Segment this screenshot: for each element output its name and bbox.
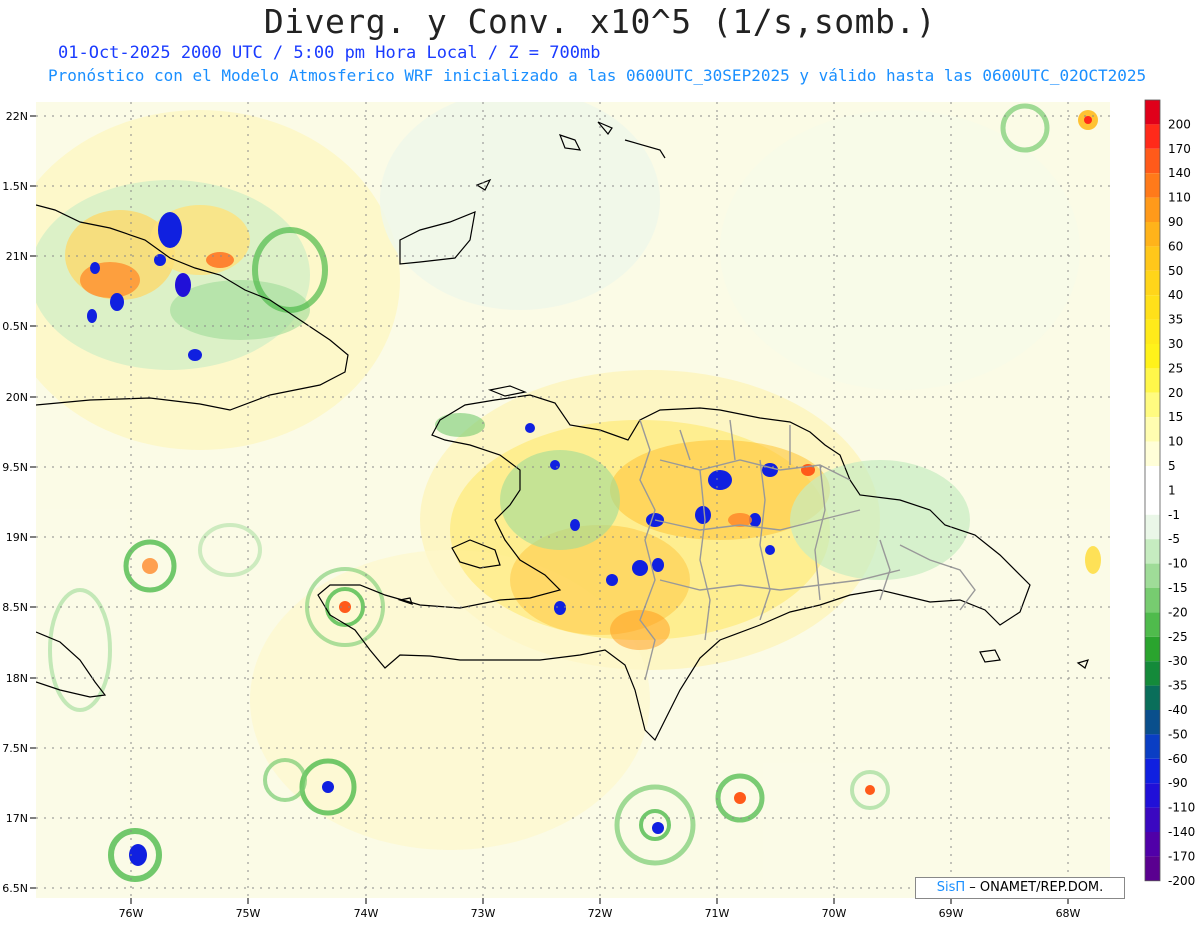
colorbar-swatch: [1145, 319, 1160, 344]
colorbar-swatch: [1145, 734, 1160, 759]
colorbar-level-label: 140: [1168, 166, 1191, 180]
colorbar-level-label: -110: [1168, 801, 1195, 815]
colorbar-swatch: [1145, 246, 1160, 271]
colorbar-swatch: [1145, 441, 1160, 466]
lon-label: 69W: [939, 907, 964, 920]
colorbar-level-label: 30: [1168, 337, 1183, 351]
lon-label: 72W: [588, 907, 613, 920]
colorbar-swatch: [1145, 612, 1160, 637]
colorbar-level-label: -15: [1168, 581, 1188, 595]
colorbar-level-label: -40: [1168, 703, 1188, 717]
colorbar-level-label: -90: [1168, 776, 1188, 790]
lat-label: 19N: [6, 531, 28, 544]
colorbar-swatch: [1145, 197, 1160, 222]
model-info-line: Pronóstico con el Modelo Atmosferico WRF…: [48, 66, 1147, 85]
colorbar-swatch: [1145, 661, 1160, 686]
colorbar-level-label: -25: [1168, 630, 1188, 644]
colorbar-level-label: 35: [1168, 313, 1183, 327]
colorbar-swatch: [1145, 392, 1160, 418]
latitude-labels: 22N 1.5N 21N 0.5N 20N 9.5N 19N 8.5N 18N …: [2, 110, 28, 895]
lat-label: 22N: [6, 110, 28, 123]
colorbar-level-label: -10: [1168, 557, 1188, 571]
colorbar-swatch: [1145, 466, 1160, 491]
colorbar-level-label: 200: [1168, 117, 1191, 131]
lat-label: 6.5N: [2, 882, 28, 895]
longitude-labels: 76W 75W 74W 73W 72W 71W 70W 69W 68W: [119, 907, 1081, 920]
colorbar-level-label: -140: [1168, 825, 1195, 839]
colorbar-swatch: [1145, 539, 1160, 564]
lat-label: 8.5N: [2, 601, 28, 614]
colorbar-swatch: [1145, 490, 1160, 515]
colorbar-swatch: [1145, 368, 1160, 393]
colorbar-swatch: [1145, 514, 1160, 540]
colorbar-swatch: [1145, 563, 1160, 588]
lat-label: 7.5N: [2, 742, 28, 755]
lat-label: 21N: [6, 250, 28, 263]
lon-label: 71W: [705, 907, 730, 920]
colorbar-swatch: [1145, 636, 1160, 662]
colorbar-level-label: 10: [1168, 435, 1183, 449]
colorbar-level-label: 15: [1168, 410, 1183, 424]
colorbar-level-label: -1: [1168, 508, 1180, 522]
colorbar-level-label: 90: [1168, 215, 1183, 229]
colorbar-swatch: [1145, 148, 1160, 174]
colorbar-level-label: 170: [1168, 142, 1191, 156]
lat-label: 0.5N: [2, 320, 28, 333]
lat-ticks: [30, 115, 36, 889]
colorbar-swatch: [1145, 832, 1160, 857]
colorbar-level-label: 60: [1168, 239, 1183, 253]
lat-label: 20N: [6, 391, 28, 404]
colorbar-swatch: [1145, 588, 1160, 613]
lat-label: 17N: [6, 812, 28, 825]
colorbar-swatch: [1145, 173, 1160, 198]
colorbar-level-label: -50: [1168, 727, 1188, 741]
colorbar-level-label: 50: [1168, 264, 1183, 278]
colorbar-level-label: -5: [1168, 532, 1180, 546]
colorbar-swatch: [1145, 124, 1160, 149]
colorbar-level-label: 1: [1168, 483, 1176, 497]
colorbar-swatch: [1145, 783, 1160, 808]
sispi-logo: SisΠ: [936, 880, 966, 895]
lon-label: 70W: [822, 907, 847, 920]
colorbar-swatch: [1145, 100, 1160, 125]
credit-box: SisΠ – ONAMET/REP.DOM.: [915, 877, 1125, 899]
colorbar-level-label: 20: [1168, 386, 1183, 400]
colorbar-level-label: -30: [1168, 654, 1188, 668]
colorbar-level-label: -170: [1168, 849, 1195, 863]
colorbar-level-label: 5: [1168, 459, 1176, 473]
colorbar-level-label: -60: [1168, 752, 1188, 766]
colorbar-level-label: -35: [1168, 679, 1188, 693]
lon-label: 68W: [1056, 907, 1081, 920]
colorbar-swatch: [1145, 417, 1160, 442]
colorbar-level-label: -200: [1168, 874, 1195, 888]
valid-time-line: 01-Oct-2025 2000 UTC / 5:00 pm Hora Loca…: [58, 43, 601, 63]
lon-label: 74W: [354, 907, 379, 920]
lon-label: 76W: [119, 907, 144, 920]
colorbar-swatch: [1145, 710, 1160, 735]
colorbar-swatch: [1145, 807, 1160, 832]
colorbar-swatch: [1145, 685, 1160, 710]
colorbar-swatch: [1145, 758, 1160, 784]
forecast-map: 22N 1.5N 21N 0.5N 20N 9.5N 19N 8.5N 18N …: [2, 99, 1195, 920]
colorbar-level-label: 25: [1168, 361, 1183, 375]
lon-label: 75W: [236, 907, 261, 920]
credit-text: – ONAMET/REP.DOM.: [969, 880, 1104, 895]
colorbar-swatch: [1145, 270, 1160, 296]
lat-label: 9.5N: [2, 461, 28, 474]
colorbar-level-label: 40: [1168, 288, 1183, 302]
colorbar: 200 170 140 110 90 60 50 40 35 30 25 20 15 10 5 1 -1 -5 -1…: [1144, 99, 1195, 888]
colorbar-swatch: [1145, 344, 1160, 369]
colorbar-swatch: [1145, 856, 1160, 881]
map-title: Diverg. y Conv. x10^5 (1/s,somb.): [263, 2, 937, 41]
colorbar-swatch: [1145, 295, 1160, 320]
lon-label: 73W: [471, 907, 496, 920]
colorbar-level-label: -20: [1168, 605, 1188, 619]
colorbar-level-label: 110: [1168, 191, 1191, 205]
colorbar-swatch: [1145, 222, 1160, 247]
lat-label: 1.5N: [2, 180, 28, 193]
lat-label: 18N: [6, 672, 28, 685]
